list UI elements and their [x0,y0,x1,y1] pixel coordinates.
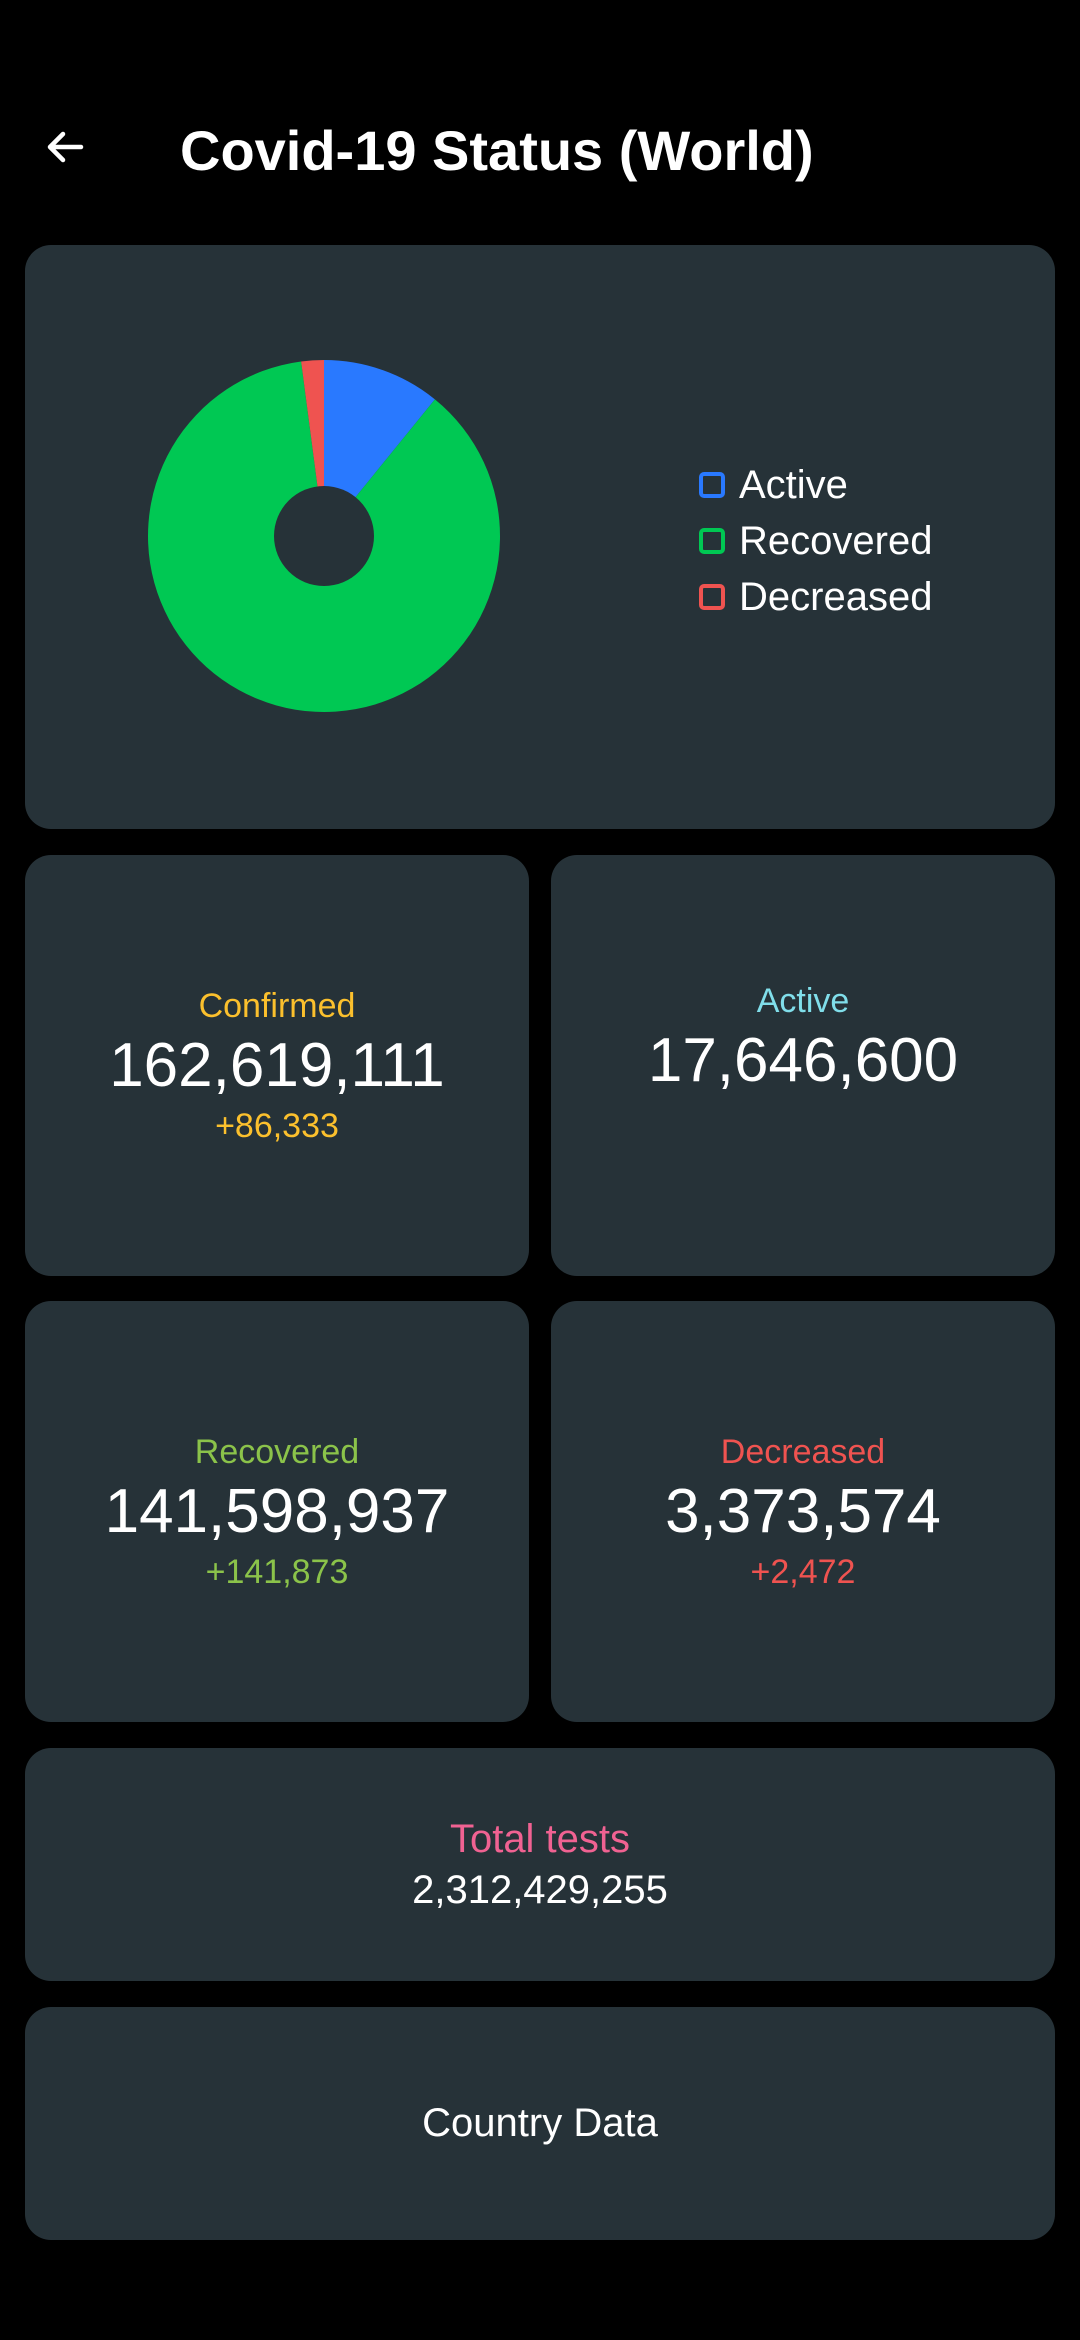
legend-label-active: Active [739,462,848,507]
legend-swatch-decreased [699,584,725,610]
recovered-value: 141,598,937 [104,1476,450,1546]
decreased-value: 3,373,574 [665,1476,941,1546]
total-tests-card: Total tests 2,312,429,255 [25,1748,1055,1981]
arrow-left-icon [47,131,84,163]
confirmed-card: Confirmed 162,619,111 +86,333 [25,855,529,1276]
app-bar: Covid-19 Status (World) [0,0,1080,245]
active-value: 17,646,600 [647,1026,959,1095]
decreased-card: Decreased 3,373,574 +2,472 [551,1301,1055,1722]
total-tests-label: Total tests [449,1816,631,1861]
donut-hole [274,486,374,586]
total-tests-value: 2,312,429,255 [412,1867,668,1912]
recovered-card: Recovered 141,598,937 +141,873 [25,1301,529,1722]
legend-item-recovered: Recovered [699,513,932,569]
decreased-label: Decreased [720,1432,886,1471]
country-data-label: Country Data [422,2101,658,2145]
legend-label-decreased: Decreased [739,574,933,619]
recovered-delta: +141,873 [205,1552,349,1591]
active-card: Active 17,646,600 [551,855,1055,1276]
country-data-button[interactable]: Country Data [25,2007,1055,2240]
decreased-delta: +2,472 [750,1552,856,1591]
chart-card: Active Recovered Decreased [25,245,1055,829]
active-label: Active [756,982,850,1020]
confirmed-delta: +86,333 [215,1106,339,1145]
legend-label-recovered: Recovered [739,518,933,563]
chart-legend: Active Recovered Decreased [699,457,932,625]
legend-swatch-active [699,472,725,498]
page-title: Covid-19 Status (World) [180,119,814,182]
confirmed-label: Confirmed [198,986,356,1025]
confirmed-value: 162,619,111 [109,1030,445,1100]
legend-item-decreased: Decreased [699,569,932,625]
legend-swatch-recovered [699,528,725,554]
legend-item-active: Active [699,457,932,513]
back-button[interactable] [30,112,100,182]
recovered-label: Recovered [194,1432,360,1471]
